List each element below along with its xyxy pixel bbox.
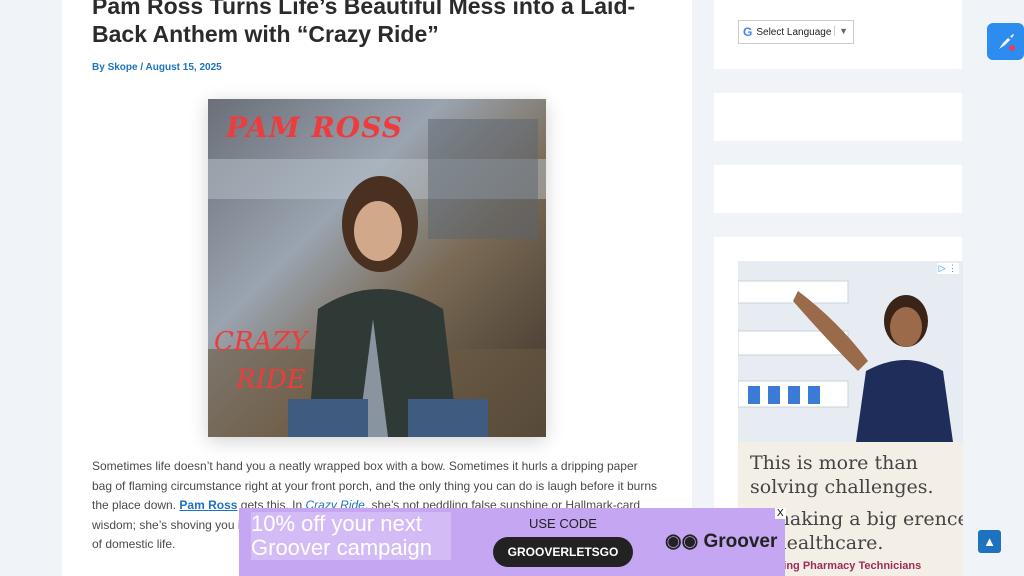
groover-banner-ad[interactable]: 10% off your next Groover campaign USE C…	[239, 508, 786, 576]
album-cover-image: PAM ROSS CRAZY RIDE	[208, 99, 546, 437]
chevron-up-icon: ▲	[983, 534, 996, 549]
cover-title-line1: CRAZY	[214, 327, 308, 357]
scroll-to-top-button[interactable]: ▲	[978, 530, 1001, 553]
article-title: Pam Ross Turns Life’s Beautiful Mess int…	[92, 0, 636, 47]
cover-artist-text: PAM ROSS	[226, 111, 403, 144]
byline: By Skope / August 15, 2025	[92, 62, 222, 73]
cover-title-line2: RIDE	[236, 365, 306, 395]
groover-logo: ◉◉ Groover	[665, 531, 778, 552]
banner-close-button[interactable]: X	[775, 508, 786, 519]
language-select-label: Select Language	[756, 26, 832, 38]
artist-link[interactable]: Pam Ross	[179, 498, 237, 512]
sidebar-widget-empty-1	[714, 93, 962, 141]
byline-separator: /	[137, 62, 146, 73]
ad-footer: Hiring Pharmacy Technicians	[768, 560, 922, 572]
date-link[interactable]: August 15, 2025	[146, 62, 222, 73]
banner-headline: 10% off your next Groover campaign	[251, 512, 451, 560]
google-icon: G	[743, 25, 753, 39]
paragraph-text-4: of domestic life.	[92, 537, 176, 551]
adchoices-icon[interactable]: ▷ ⋮	[936, 263, 959, 274]
author-link[interactable]: Skope	[108, 62, 138, 73]
ad-headline: This is more than solving challenges.	[750, 452, 934, 498]
brand-name: Groover	[703, 531, 778, 552]
chevron-down-icon: ▼	[834, 26, 848, 36]
translate-widget: G Select Language ▼	[714, 0, 962, 69]
article-card: Pam Ross Turns Life’s Beautiful Mess int…	[62, 0, 692, 576]
sidebar-widget-empty-2	[714, 165, 962, 213]
pharmacy-ad-image	[738, 261, 963, 442]
rocket-icon[interactable]	[987, 23, 1024, 60]
promo-code-button[interactable]: GROOVERLETSGO	[493, 537, 633, 567]
code-label: USE CODE	[529, 516, 597, 531]
language-select[interactable]: G Select Language ▼	[738, 20, 854, 44]
byline-prefix: By	[92, 62, 108, 73]
